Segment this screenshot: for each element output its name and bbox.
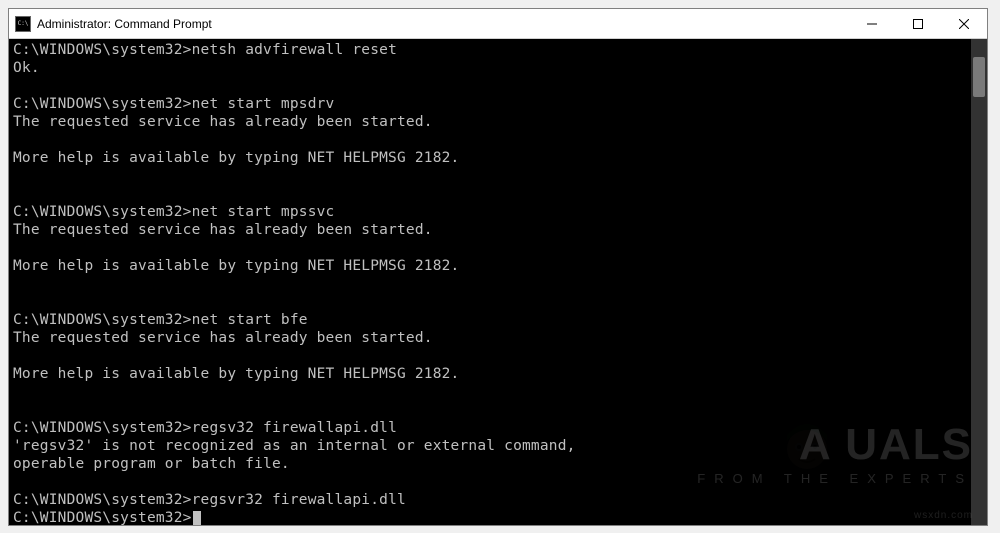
titlebar: C:\ Administrator: Command Prompt [9,9,987,39]
minimize-icon [867,19,877,29]
cursor [193,511,201,525]
cmd-icon: C:\ [15,16,31,32]
close-icon [959,19,969,29]
scrollbar-thumb[interactable] [973,57,985,97]
command-prompt-window: C:\ Administrator: Command Prompt C:\WIN… [8,8,988,526]
window-title: Administrator: Command Prompt [37,17,212,31]
maximize-icon [913,19,923,29]
terminal-area: C:\WINDOWS\system32>netsh advfirewall re… [9,39,987,525]
close-button[interactable] [941,9,987,39]
maximize-button[interactable] [895,9,941,39]
scrollbar[interactable] [971,39,987,525]
minimize-button[interactable] [849,9,895,39]
terminal-output[interactable]: C:\WINDOWS\system32>netsh advfirewall re… [9,39,971,525]
